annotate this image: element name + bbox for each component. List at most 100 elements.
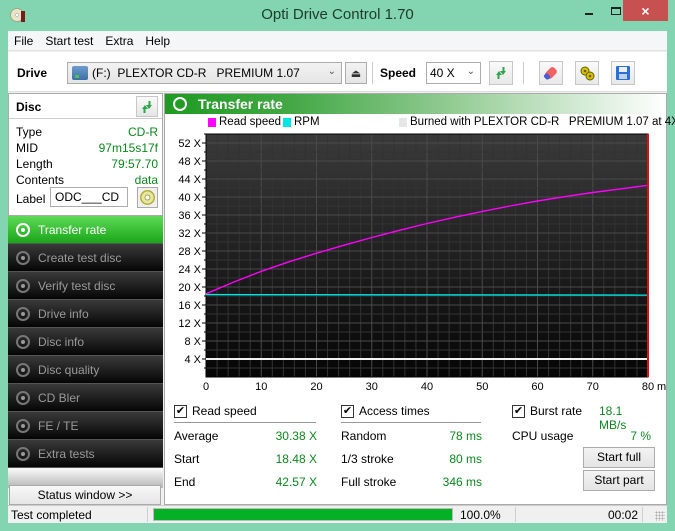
eject-button[interactable]: ⏏ (345, 62, 367, 84)
burst-rate-value: 18.1 MB/s (599, 404, 627, 432)
x-tick-label: 10 (255, 381, 267, 393)
status-bar: Test completed 100.0% 00:02 (8, 505, 667, 523)
title-bar: Opti Drive Control 1.70 × (0, 0, 675, 31)
x-tick-label: 80 (642, 381, 654, 393)
menu-extra[interactable]: Extra (99, 31, 139, 51)
status-text: Test completed (11, 508, 92, 522)
x-tick-label: 20 (310, 381, 322, 393)
nav-label: Drive info (38, 306, 89, 321)
toolbar-separator (523, 62, 524, 84)
nav-extra-tests[interactable]: Extra tests (8, 440, 163, 468)
cd-icon (140, 190, 155, 205)
erase-button[interactable] (539, 61, 563, 85)
progress-fill (154, 509, 452, 520)
chart-svg: 4 X 8 X 12 X 16 X 20 X 24 X 28 X 32 X 36 X 40 X 44… (178, 133, 675, 393)
menu-file[interactable]: File (8, 31, 39, 51)
disc-info-label: MID (16, 141, 38, 155)
refresh-icon (142, 100, 152, 113)
y-tick-label: 36 X (178, 210, 201, 222)
toolbar: Drive (F:) PLEXTOR CD-R PREMIUM 1.07 ⌄ ⏏… (8, 52, 667, 92)
drive-label: Drive (17, 66, 48, 80)
disc-label-button[interactable] (137, 187, 158, 208)
drive-select[interactable]: (F:) PLEXTOR CD-R PREMIUM 1.07 ⌄ (67, 62, 342, 84)
nav-disc-quality[interactable]: Disc quality (8, 356, 163, 384)
refresh-speed-button[interactable] (489, 61, 513, 85)
nav-disc-info[interactable]: Disc info (8, 328, 163, 356)
close-button[interactable]: × (623, 0, 668, 21)
nav-verify-test-disc[interactable]: Verify test disc (8, 272, 163, 300)
burst-rate-value-row: 18.1 MB/s (599, 404, 651, 432)
stat-label: End (174, 475, 196, 489)
burst-rate-label: Burst rate (530, 404, 583, 418)
nav-label: Extra tests (38, 446, 95, 461)
disc-header: Disc (9, 94, 162, 119)
nav-cd-bler[interactable]: CD Bler (8, 384, 163, 412)
disc-info-row: MID 97m15s17f (16, 141, 158, 155)
access-times-toggle[interactable]: ✔ Access times (341, 404, 430, 418)
resize-grip[interactable] (655, 511, 665, 521)
stat-value: 78 ms (449, 429, 482, 443)
panel-header: Transfer rate (165, 94, 666, 114)
y-tick-label: 16 X (178, 300, 201, 312)
refresh-disc-button[interactable] (136, 96, 158, 117)
y-tick-label: 24 X (178, 264, 201, 276)
burst-rate-toggle[interactable]: ✔ Burst rate (512, 404, 582, 418)
y-tick-label: 32 X (178, 228, 201, 240)
rpm-line (205, 293, 649, 296)
y-tick-label: 12 X (178, 318, 201, 330)
read-speed-toggle[interactable]: ✔ Read speed (174, 404, 257, 418)
read-speed-checkbox[interactable]: ✔ (174, 404, 187, 418)
chevron-down-icon: ⌄ (466, 66, 475, 77)
y-tick-label: 52 X (178, 138, 201, 150)
minimize-button[interactable] (575, 0, 602, 21)
y-tick-label: 48 X (178, 156, 201, 168)
disc-info-row: Length 79:57.70 (16, 157, 158, 171)
stats-panel: ✔ Read speed Average 30.38 X Start 18.48 X … (165, 400, 666, 504)
disc-label-input[interactable]: ODC___CD (50, 187, 128, 207)
stat-label: Full stroke (341, 475, 397, 489)
disc-info-label: Contents (16, 173, 65, 187)
access-times-label: Access times (359, 404, 430, 418)
legend-rpm: RPM (283, 116, 320, 128)
fe-te-icon (16, 418, 30, 433)
disc-info-value: 97m15s17f (98, 141, 158, 155)
chart-annotation: Burned with PLEXTOR CD-R PREMIUM 1.07 at… (399, 116, 675, 128)
legend-label: Read speed (219, 116, 282, 128)
status-window-button[interactable]: Status window >> (9, 485, 161, 505)
divider (341, 422, 481, 423)
extra-tests-icon (16, 446, 30, 461)
legend-swatch (283, 117, 291, 127)
menu-start-test[interactable]: Start test (39, 31, 99, 51)
start-full-button[interactable]: Start full (583, 447, 655, 468)
eject-icon: ⏏ (350, 67, 362, 80)
speed-select[interactable]: 40 X ⌄ (426, 62, 481, 84)
y-tick-label: 20 X (178, 282, 201, 294)
stat-value: 346 ms (442, 475, 482, 489)
burst-rate-checkbox[interactable]: ✔ (512, 404, 525, 418)
legend-read-speed: Read speed (208, 116, 281, 128)
cpu-usage-row: CPU usage 7 % (512, 429, 651, 443)
y-tick-label: 28 X (178, 246, 201, 258)
stat-label: Average (174, 429, 219, 443)
x-tick-label: 70 (587, 381, 599, 393)
menu-help[interactable]: Help (139, 31, 176, 51)
test-nav: Transfer rate Create test disc Verify te… (8, 216, 163, 488)
stat-value: 30.38 X (275, 429, 317, 443)
stat-label: 1/3 stroke (341, 452, 394, 466)
nav-label: Transfer rate (38, 222, 107, 237)
settings-button[interactable] (575, 61, 599, 85)
cpu-usage-value: 7 % (630, 429, 651, 443)
start-part-button[interactable]: Start part (583, 470, 655, 491)
stat-row: Average 30.38 X (174, 429, 317, 443)
nav-fe-te[interactable]: FE / TE (8, 412, 163, 440)
nav-label: Disc info (38, 334, 85, 349)
access-times-checkbox[interactable]: ✔ (341, 404, 354, 418)
legend-swatch (208, 117, 216, 127)
menu-bar: File Start test Extra Help (8, 31, 667, 51)
nav-drive-info[interactable]: Drive info (8, 300, 163, 328)
legend-swatch (399, 117, 407, 127)
save-button[interactable] (611, 61, 635, 85)
nav-create-test-disc[interactable]: Create test disc (8, 244, 163, 272)
nav-transfer-rate[interactable]: Transfer rate (8, 216, 163, 244)
y-tick-label: 40 X (178, 192, 201, 204)
